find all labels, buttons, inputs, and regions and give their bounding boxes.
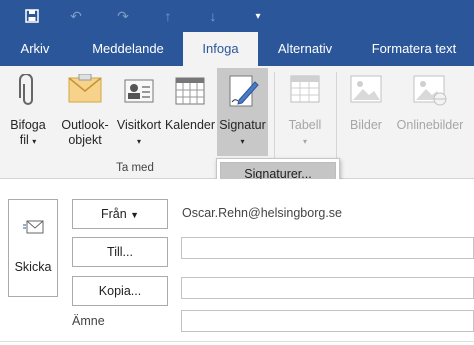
send-label: Skicka — [14, 260, 52, 274]
tab-arkiv[interactable]: Arkiv — [8, 32, 62, 66]
customize-icon[interactable]: ▾ — [248, 6, 268, 26]
table-label: Tabell — [288, 118, 322, 132]
attach-label: Bifoga — [10, 118, 46, 132]
signature-button[interactable]: Signatur ▾ — [217, 68, 268, 156]
signature-icon — [227, 74, 259, 112]
save-icon[interactable] — [22, 6, 42, 26]
outlook-item-label: Outlook- — [61, 118, 109, 132]
calendar-label: Kalender — [164, 118, 216, 132]
envelope-icon — [67, 73, 103, 108]
subject-label: Ämne — [72, 314, 105, 328]
picture-icon — [349, 74, 383, 108]
compose-divider — [0, 341, 474, 342]
from-address: Oscar.Rehn@helsingborg.se — [182, 206, 342, 220]
ribbon-tabs: Arkiv Meddelande Infoga Alternativ Forma… — [0, 32, 474, 66]
table-button[interactable]: Tabell ▾ — [280, 68, 330, 156]
send-button[interactable]: Skicka — [8, 199, 58, 297]
pictures-button[interactable]: Bilder — [342, 68, 390, 156]
compose-area: Skicka Från ▼ Oscar.Rehn@helsingborg.se … — [0, 179, 474, 345]
business-card-icon — [123, 74, 155, 110]
to-input[interactable] — [181, 237, 474, 259]
paperclip-icon — [17, 73, 39, 112]
from-button[interactable]: Från ▼ — [72, 199, 168, 229]
to-button[interactable]: Till... — [72, 237, 168, 267]
from-label: Från — [100, 207, 127, 221]
pictures-label: Bilder — [350, 118, 382, 132]
cc-button[interactable]: Kopia... — [72, 276, 168, 306]
down-arrow-icon[interactable]: ↓ — [203, 6, 223, 26]
subject-input[interactable] — [181, 310, 474, 332]
outlook-item-label-2: objekt — [68, 133, 102, 147]
cc-input[interactable] — [181, 277, 474, 299]
business-card-label: Visitkort — [116, 118, 162, 132]
ribbon-separator — [274, 72, 275, 170]
attach-label-2: fil — [19, 133, 29, 147]
calendar-button[interactable]: Kalender — [164, 68, 216, 156]
business-card-button[interactable]: Visitkort ▾ — [114, 68, 164, 156]
tab-formatera-text[interactable]: Formatera text — [355, 32, 473, 66]
undo-icon[interactable]: ↶ — [66, 6, 86, 26]
tab-alternativ[interactable]: Alternativ — [263, 32, 347, 66]
quick-access-toolbar: ↶ ↷ ↑ ↓ ▾ — [0, 0, 474, 32]
signature-label: Signatur — [219, 118, 266, 132]
group-label: Ta med — [116, 162, 154, 174]
calendar-icon — [174, 74, 206, 110]
attach-file-button[interactable]: Bifoga fil ▾ — [6, 68, 50, 156]
tab-infoga[interactable]: Infoga — [183, 32, 258, 66]
send-icon — [23, 218, 45, 239]
ribbon-separator-2 — [336, 72, 337, 170]
table-icon — [289, 74, 321, 108]
online-pictures-button[interactable]: Onlinebilder — [390, 68, 470, 156]
redo-icon[interactable]: ↷ — [113, 6, 133, 26]
online-pictures-label: Onlinebilder — [396, 118, 464, 132]
outlook-item-button[interactable]: Outlook-objekt — [56, 68, 114, 156]
tab-meddelande[interactable]: Meddelande — [78, 32, 178, 66]
up-arrow-icon[interactable]: ↑ — [158, 6, 178, 26]
online-picture-icon — [412, 74, 448, 110]
